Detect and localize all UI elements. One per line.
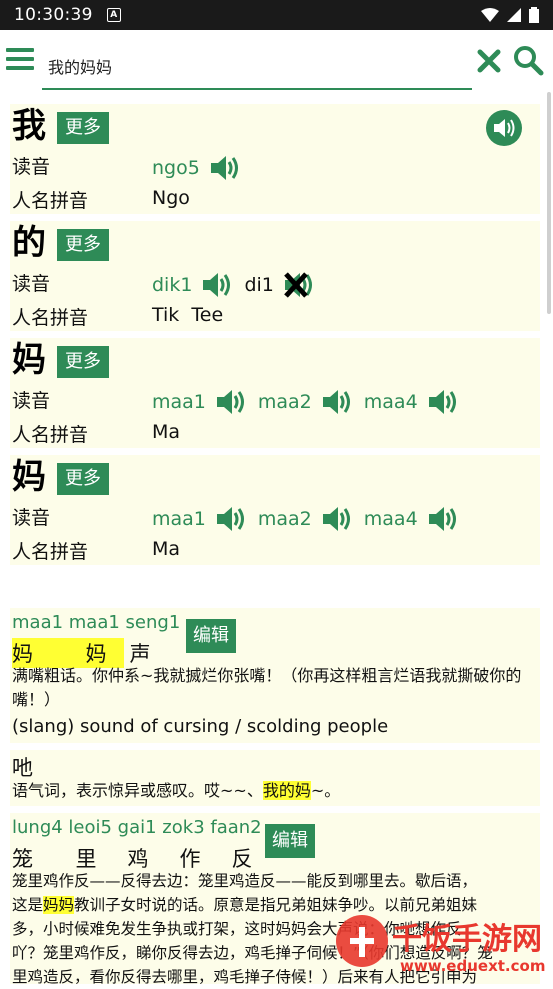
char-heading: 的 bbox=[12, 223, 46, 263]
jyutping-reading: maa2 bbox=[257, 508, 312, 530]
speaker-icon[interactable] bbox=[216, 388, 248, 416]
speaker-icon[interactable] bbox=[202, 271, 234, 299]
romanization-label: 人名拼音 bbox=[12, 307, 89, 329]
romanization-label: 人名拼音 bbox=[12, 190, 89, 212]
jyutping-reading: ngo5 bbox=[152, 157, 200, 179]
reading-label: 读音 bbox=[12, 273, 51, 295]
char-heading: 妈 bbox=[12, 340, 46, 380]
definition-highlight: 我的妈 bbox=[262, 781, 311, 800]
entry-word-char: 吔 bbox=[12, 756, 33, 780]
entry-jyutping: maa1 maa1 seng1 bbox=[12, 612, 181, 633]
jyutping-reading: maa1 bbox=[152, 391, 206, 413]
status-bar: 10:30:39 A bbox=[0, 0, 553, 30]
edit-button[interactable]: 编辑 bbox=[265, 824, 315, 858]
speaker-muted-icon[interactable] bbox=[284, 271, 316, 299]
definition-text: 这是 bbox=[12, 896, 44, 914]
more-button[interactable]: 更多 bbox=[57, 463, 109, 495]
wifi-icon bbox=[481, 8, 499, 22]
entry-definition: 满嘴粗话。你仲系~我就搣烂你张嘴！（你再这样粗言烂语我就撕破你的嘴！） bbox=[12, 666, 522, 709]
more-button[interactable]: 更多 bbox=[57, 229, 109, 261]
reading-label: 读音 bbox=[12, 156, 51, 178]
dict-entry: maa1 maa1 seng1 妈 妈 声 编辑 满嘴粗话。你仲系~我就搣烂你张… bbox=[10, 608, 540, 743]
scrollbar[interactable] bbox=[547, 92, 551, 314]
watermark-logo: 千饭手游网 www.eduext.com bbox=[300, 905, 553, 984]
char-card-ma-2: 妈 更多 读音 maa1 maa2 maa4 人名拼音 Ma bbox=[10, 455, 540, 565]
speaker-icon[interactable] bbox=[428, 505, 460, 533]
char-heading: 妈 bbox=[12, 457, 46, 497]
entry-jyutping: lung4 leoi5 gai1 zok3 faan2 bbox=[12, 817, 262, 838]
speaker-icon[interactable] bbox=[210, 154, 242, 182]
definition-text: ~。 bbox=[310, 781, 341, 800]
jyutping-reading: dik1 bbox=[152, 274, 193, 296]
definition-highlight: 妈妈 bbox=[43, 896, 75, 914]
char-card-wo: 我 更多 读音 ngo5 人名拼音 Ngo bbox=[10, 104, 540, 214]
edit-button[interactable]: 编辑 bbox=[186, 619, 236, 653]
search-toolbar bbox=[0, 30, 553, 92]
romanization-value: Tik Tee bbox=[152, 304, 224, 326]
entry-english: (slang) sound of cursing / scolding peop… bbox=[12, 716, 389, 737]
speaker-icon[interactable] bbox=[216, 505, 248, 533]
romanization-label: 人名拼音 bbox=[12, 541, 89, 563]
menu-icon[interactable] bbox=[6, 48, 34, 72]
char-heading: 我 bbox=[12, 106, 46, 146]
jyutping-reading: maa2 bbox=[257, 391, 312, 413]
search-input[interactable] bbox=[42, 44, 472, 90]
jyutping-reading: di1 bbox=[244, 274, 274, 296]
char-card-ma-1: 妈 更多 读音 maa1 maa2 maa4 人名拼音 Ma bbox=[10, 338, 540, 448]
speaker-icon[interactable] bbox=[322, 505, 354, 533]
definition-text: 语气词，表示惊异或感叹。哎~~、 bbox=[12, 781, 263, 800]
status-time: 10:30:39 bbox=[14, 5, 93, 25]
entry-definition: 语气词，表示惊异或感叹。哎~~、我的妈~。 bbox=[12, 779, 540, 803]
speaker-icon[interactable] bbox=[322, 388, 354, 416]
svg-text:www.eduext.com: www.eduext.com bbox=[400, 957, 545, 975]
search-icon[interactable] bbox=[512, 44, 544, 76]
entry-word: 吔 bbox=[12, 752, 33, 782]
battery-icon bbox=[529, 7, 539, 23]
char-card-de: 的 更多 读音 dik1 di1 人名拼音 Tik Tee bbox=[10, 221, 540, 331]
romanization-value: Ma bbox=[152, 538, 181, 560]
signal-icon bbox=[507, 8, 521, 22]
romanization-label: 人名拼音 bbox=[12, 424, 89, 446]
jyutping-reading: maa4 bbox=[363, 508, 418, 530]
clear-icon[interactable] bbox=[476, 48, 502, 74]
romanization-value: Ma bbox=[152, 421, 181, 443]
more-button[interactable]: 更多 bbox=[57, 112, 109, 144]
dict-entry: 吔 语气词，表示惊异或感叹。哎~~、我的妈~。 bbox=[10, 750, 540, 806]
svg-text:千饭手游网: 千饭手游网 bbox=[392, 922, 542, 957]
more-button[interactable]: 更多 bbox=[57, 346, 109, 378]
reading-label: 读音 bbox=[12, 390, 51, 412]
notification-icon: A bbox=[106, 8, 121, 22]
speaker-all-icon[interactable] bbox=[486, 110, 522, 146]
entry-definition-line: 笼里鸡作反——反得去边：笼里鸡造反——能反到哪里去。歇后语， bbox=[12, 872, 478, 890]
reading-label: 读音 bbox=[12, 507, 51, 529]
romanization-value: Ngo bbox=[152, 187, 190, 209]
speaker-icon[interactable] bbox=[428, 388, 460, 416]
jyutping-reading: maa1 bbox=[152, 508, 206, 530]
jyutping-reading: maa4 bbox=[363, 391, 418, 413]
